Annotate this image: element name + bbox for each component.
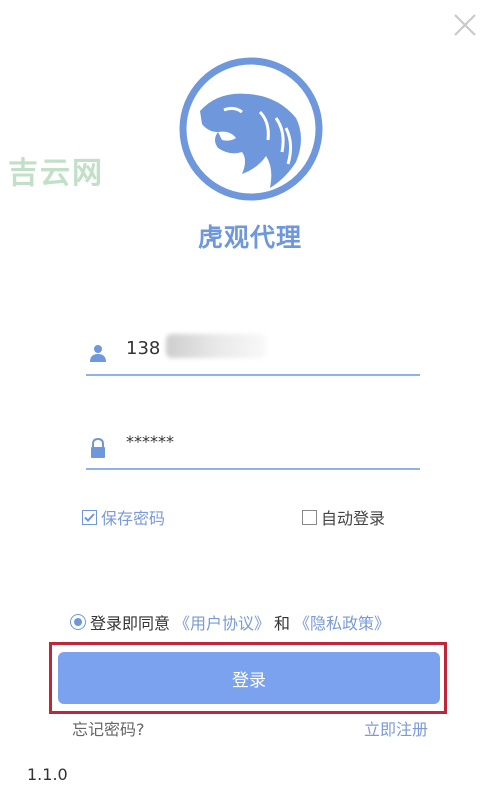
register-link[interactable]: 立即注册: [364, 716, 428, 740]
masked-username: [166, 334, 266, 358]
close-icon: [454, 14, 476, 36]
username-field[interactable]: 138: [86, 334, 420, 376]
user-icon: [90, 345, 106, 362]
agreement-row: 登录即同意 《用户协议》 和 《隐私政策》: [70, 610, 390, 634]
auto-login-checkbox[interactable]: 自动登录: [302, 505, 385, 529]
lock-icon: [91, 438, 105, 458]
close-button[interactable]: [452, 12, 478, 38]
tiger-head-logo: [178, 56, 324, 202]
username-value: 138: [126, 338, 161, 359]
agreement-radio[interactable]: [70, 614, 86, 630]
app-name: 虎观代理: [197, 223, 302, 252]
auto-login-label: 自动登录: [321, 509, 386, 528]
password-underline: [86, 468, 420, 470]
username-underline: [86, 374, 420, 376]
agreement-and: 和: [274, 614, 291, 633]
watermark-text: 吉云网: [8, 156, 104, 191]
forgot-password-link[interactable]: 忘记密码?: [72, 716, 145, 740]
checkbox-checked-icon: [82, 509, 97, 525]
radio-dot-icon: [74, 618, 82, 626]
checkbox-unchecked-icon: [302, 509, 317, 525]
privacy-policy-link[interactable]: 《隐私政策》: [294, 610, 390, 634]
password-value: ******: [126, 432, 174, 451]
save-password-label: 保存密码: [101, 509, 166, 528]
save-password-checkbox[interactable]: 保存密码: [82, 505, 165, 529]
agreement-prefix: 登录即同意: [90, 614, 171, 633]
login-button[interactable]: 登录: [58, 652, 440, 704]
password-field[interactable]: ******: [86, 430, 420, 470]
user-agreement-link[interactable]: 《用户协议》: [174, 610, 270, 634]
version-label: 1.1.0: [27, 765, 68, 784]
